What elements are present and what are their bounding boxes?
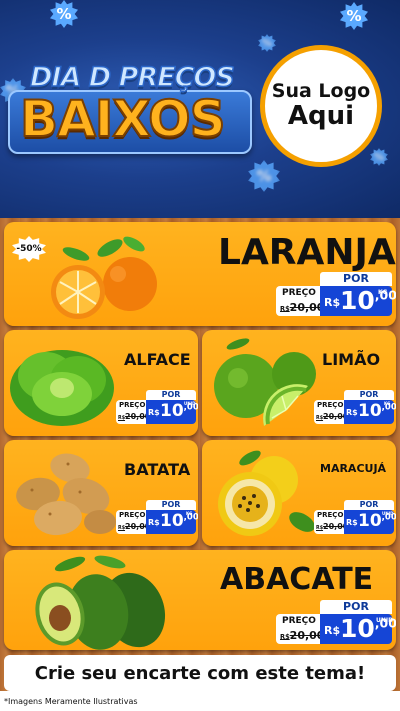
flyer-page: % % % % % % DIA D PREÇOS BAIXOS Sua Logo…: [0, 0, 400, 711]
unit-label: UNID: [376, 617, 394, 624]
new-price-box: R$ 10,00 UNID: [320, 614, 396, 644]
new-price-box: R$ 10,00 KG: [320, 286, 396, 316]
currency: R$: [346, 518, 358, 527]
product-card-laranja[interactable]: -50% LARANJA POR PREÇO R$20,00 R$ 10,00 …: [4, 222, 396, 326]
preco-label: PREÇO: [282, 616, 316, 626]
product-name: ALFACE: [124, 350, 191, 369]
por-label: POR: [146, 500, 196, 510]
product-name: ABACATE: [220, 562, 374, 597]
new-price-box: R$ 10,00 UNID: [146, 400, 198, 424]
percent-badge-icon: %: [340, 2, 368, 30]
price-tag: POR PREÇO R$20,00 R$ 10,00 KG: [116, 500, 198, 536]
old-price-box: PREÇO R$20,00: [314, 510, 348, 534]
por-label: POR: [344, 390, 394, 400]
logo-line-1: Sua Logo: [271, 80, 371, 103]
old-price-box: PREÇO R$20,00: [116, 400, 150, 424]
currency: R$: [148, 408, 160, 417]
product-name: LARANJA: [218, 232, 396, 273]
logo-placeholder[interactable]: Sua Logo Aqui: [260, 45, 382, 167]
new-price-box: R$ 10,00 KG: [344, 400, 396, 424]
new-price-box: R$ 10,00 KG: [146, 510, 198, 534]
orange-image: [51, 236, 157, 319]
price-tag: POR PREÇO R$20,00 R$ 10,00 KG: [314, 390, 396, 426]
old-price-box: PREÇO R$20,00: [314, 400, 348, 424]
preco-label: PREÇO: [317, 401, 344, 409]
old-price-box: PREÇO R$20,00: [276, 286, 324, 316]
old-price-box: PREÇO R$20,00: [276, 614, 324, 644]
por-label: POR: [320, 272, 392, 286]
title-line-2: BAIXOS: [19, 89, 227, 149]
product-card-limao[interactable]: LIMÃO POR PREÇO R$20,00 R$ 10,00 KG: [202, 330, 396, 436]
percent-badge-icon: %: [370, 148, 388, 166]
price-tag: POR PREÇO R$20,00 R$ 10,00 UNID: [116, 390, 198, 426]
cta-banner[interactable]: Crie seu encarte com este tema!: [4, 655, 396, 691]
unit-label: KG: [378, 289, 388, 296]
potato-image: [16, 453, 116, 536]
discount-badge: -50%: [12, 236, 46, 262]
preco-label: PREÇO: [317, 511, 344, 519]
product-name: MARACUJÁ: [320, 462, 387, 475]
currency: R$: [324, 296, 341, 309]
por-label: POR: [146, 390, 196, 400]
hero-banner: % % % % % % DIA D PREÇOS BAIXOS Sua Logo…: [0, 0, 400, 218]
lettuce-image: [10, 350, 114, 426]
percent-badge-icon: %: [248, 160, 280, 192]
preco-label: PREÇO: [282, 288, 316, 298]
disclaimer-text: *Imagens Meramente Ilustrativas: [4, 697, 138, 706]
campaign-title: DIA D PREÇOS BAIXOS: [8, 61, 253, 154]
product-card-abacate[interactable]: ABACATE POR PREÇO R$20,00 R$ 10,00 UNID: [4, 550, 396, 650]
unit-label: UNID: [184, 401, 196, 406]
product-card-batata[interactable]: BATATA POR PREÇO R$20,00 R$ 10,00 KG: [4, 440, 198, 546]
product-card-maracuja[interactable]: MARACUJÁ POR PREÇO R$20,00 R$ 10,00 UNID: [202, 440, 396, 546]
unit-label: KG: [384, 401, 391, 406]
price-tag: POR PREÇO R$20,00 R$ 10,00 UNID: [314, 500, 396, 536]
por-label: POR: [320, 600, 392, 614]
product-card-alface[interactable]: ALFACE POR PREÇO R$20,00 R$ 10,00 UNID: [4, 330, 198, 436]
avocado-image: [35, 555, 166, 650]
preco-label: PREÇO: [119, 511, 146, 519]
currency: R$: [148, 518, 160, 527]
product-name: LIMÃO: [322, 350, 381, 369]
old-price: R$20,00: [280, 301, 325, 314]
lime-image: [214, 338, 316, 426]
old-price: R$20,00: [280, 629, 325, 642]
logo-line-2: Aqui: [287, 101, 355, 132]
passion-fruit-image: [218, 450, 315, 536]
price-tag: POR PREÇO R$20,00 R$ 10,00 UNID: [276, 600, 396, 646]
new-price-box: R$ 10,00 UNID: [344, 510, 396, 534]
title-line-1: DIA D PREÇOS: [29, 61, 235, 94]
currency: R$: [324, 624, 341, 637]
por-label: POR: [344, 500, 394, 510]
unit-label: KG: [186, 511, 193, 516]
preco-label: PREÇO: [119, 401, 146, 409]
currency: R$: [346, 408, 358, 417]
product-name: BATATA: [124, 460, 191, 479]
price-tag: POR PREÇO R$20,00 R$ 10,00 KG: [276, 272, 396, 318]
old-price-box: PREÇO R$20,00: [116, 510, 150, 534]
unit-label: UNID: [382, 511, 394, 516]
percent-badge-icon: %: [258, 34, 276, 52]
percent-badge-icon: %: [50, 0, 78, 28]
